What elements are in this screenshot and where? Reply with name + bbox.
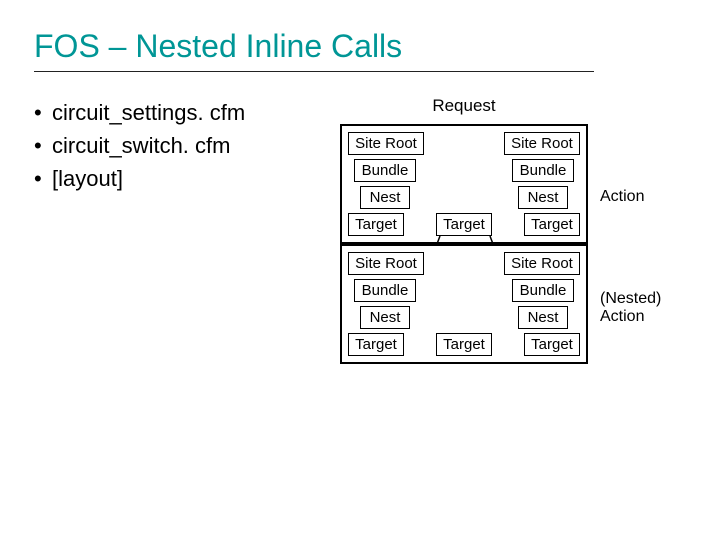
bullet-list: • circuit_settings. cfm • circuit_switch… [34, 96, 334, 364]
nested-action-block: Site Root Site Root Bundle Bundle Nest N… [340, 244, 588, 364]
cell-nest: Nest [360, 186, 410, 209]
cell-target: Target [436, 213, 492, 236]
cell-target: Target [436, 333, 492, 356]
action-label: Action [600, 188, 644, 206]
request-label: Request [340, 96, 588, 116]
diagram: Request Site Root Site Root Bundle Bundl… [340, 96, 588, 364]
cell-nest: Nest [360, 306, 410, 329]
bullet-marker: • [34, 96, 52, 129]
cell-nest: Nest [518, 306, 568, 329]
cell-site-root: Site Root [504, 252, 580, 275]
content-area: • circuit_settings. cfm • circuit_switch… [0, 72, 720, 364]
nested-action-label: (Nested) Action [600, 290, 661, 325]
bullet-marker: • [34, 162, 52, 195]
cell-site-root: Site Root [348, 132, 424, 155]
list-item: • circuit_switch. cfm [34, 129, 334, 162]
cell-target: Target [524, 333, 580, 356]
cell-bundle: Bundle [512, 159, 574, 182]
cell-target: Target [524, 213, 580, 236]
bullet-marker: • [34, 129, 52, 162]
action-block: Site Root Site Root Bundle Bundle Nest N… [340, 124, 588, 244]
list-item: • [layout] [34, 162, 334, 195]
bullet-text: circuit_switch. cfm [52, 129, 230, 162]
cell-target: Target [348, 213, 404, 236]
cell-nest: Nest [518, 186, 568, 209]
slide-title: FOS – Nested Inline Calls [0, 0, 720, 71]
cell-bundle: Bundle [512, 279, 574, 302]
cell-site-root: Site Root [504, 132, 580, 155]
cell-bundle: Bundle [354, 279, 416, 302]
cell-target: Target [348, 333, 404, 356]
list-item: • circuit_settings. cfm [34, 96, 334, 129]
bullet-text: circuit_settings. cfm [52, 96, 245, 129]
bullet-text: [layout] [52, 162, 123, 195]
cell-bundle: Bundle [354, 159, 416, 182]
cell-site-root: Site Root [348, 252, 424, 275]
